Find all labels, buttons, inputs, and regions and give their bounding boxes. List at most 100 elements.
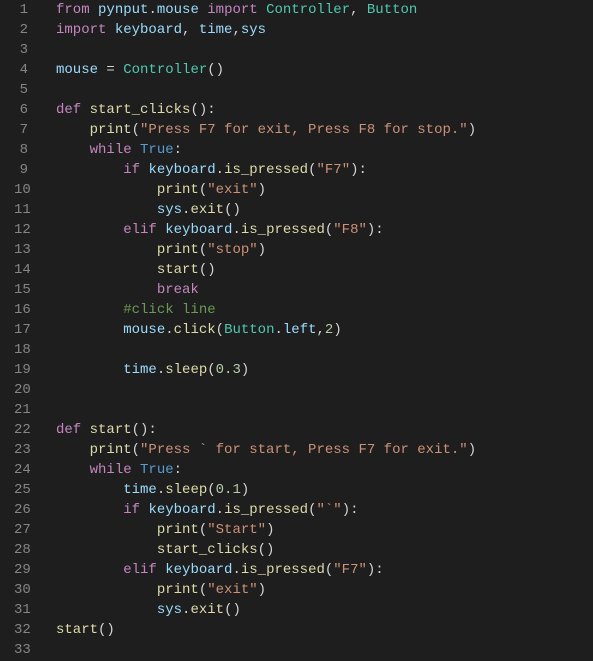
code-line[interactable]: start()	[56, 260, 593, 280]
token-op: (	[216, 322, 224, 338]
token-op	[56, 602, 157, 618]
code-line[interactable]: #click line	[56, 300, 593, 320]
code-line[interactable]	[56, 340, 593, 360]
token-op: ()	[224, 602, 241, 618]
code-line[interactable]: if keyboard.is_pressed("F7"):	[56, 160, 593, 180]
code-line[interactable]: sys.exit()	[56, 600, 593, 620]
code-line[interactable]: time.sleep(0.1)	[56, 480, 593, 500]
code-area[interactable]: from pynput.mouse import Controller, But…	[42, 0, 593, 661]
code-line[interactable]: print("exit")	[56, 180, 593, 200]
token-op: (	[199, 242, 207, 258]
code-editor[interactable]: 1234567891011121314151617181920212223242…	[0, 0, 593, 661]
token-op	[199, 2, 207, 18]
code-line[interactable]	[56, 380, 593, 400]
token-op: .	[232, 562, 240, 578]
code-line[interactable]: time.sleep(0.3)	[56, 360, 593, 380]
code-line[interactable]: sys.exit()	[56, 200, 593, 220]
token-op	[56, 262, 157, 278]
token-op: ,	[182, 22, 199, 38]
code-line[interactable]: print("stop")	[56, 240, 593, 260]
code-line[interactable]	[56, 400, 593, 420]
token-op: =	[98, 62, 123, 78]
token-cls: Button	[224, 322, 274, 338]
token-str: "`"	[316, 502, 341, 518]
token-op: ()	[258, 542, 275, 558]
token-fn: print	[90, 122, 132, 138]
token-op: :	[174, 142, 182, 158]
code-line[interactable]: while True:	[56, 140, 593, 160]
code-line[interactable]: import keyboard, time,sys	[56, 20, 593, 40]
line-number: 30	[14, 580, 28, 600]
token-op: ()	[224, 202, 241, 218]
line-number: 24	[14, 460, 28, 480]
code-line[interactable]: mouse = Controller()	[56, 60, 593, 80]
token-fn: start	[157, 262, 199, 278]
token-op: ()	[98, 622, 115, 638]
token-op: )	[258, 582, 266, 598]
line-number: 25	[14, 480, 28, 500]
token-var: time	[199, 22, 233, 38]
token-fn: start_clicks	[90, 102, 191, 118]
code-line[interactable]	[56, 80, 593, 100]
line-number: 3	[14, 40, 28, 60]
token-bool: True	[140, 142, 174, 158]
code-line[interactable]: start()	[56, 620, 593, 640]
code-line[interactable]: start_clicks()	[56, 540, 593, 560]
token-op: ):	[350, 162, 367, 178]
token-fn: is_pressed	[224, 502, 308, 518]
token-kw: elif	[123, 562, 165, 578]
line-number: 6	[14, 100, 28, 120]
code-line[interactable]: print("Press F7 for exit, Press F8 for s…	[56, 120, 593, 140]
token-op: ):	[342, 502, 359, 518]
token-str: "Press ` for start, Press F7 for exit."	[140, 442, 468, 458]
line-number: 32	[14, 620, 28, 640]
token-var: keyboard	[165, 222, 232, 238]
code-line[interactable]: elif keyboard.is_pressed("F8"):	[56, 220, 593, 240]
token-op: (	[132, 442, 140, 458]
token-op: ():	[190, 102, 215, 118]
code-line[interactable]: break	[56, 280, 593, 300]
line-number: 20	[14, 380, 28, 400]
code-line[interactable]	[56, 640, 593, 660]
token-fn: print	[157, 522, 199, 538]
line-number: 2	[14, 20, 28, 40]
token-var: pynput	[98, 2, 148, 18]
token-kw: if	[123, 162, 148, 178]
code-line[interactable]: if keyboard.is_pressed("`"):	[56, 500, 593, 520]
code-line[interactable]	[56, 40, 593, 60]
token-op	[56, 562, 123, 578]
code-line[interactable]: while True:	[56, 460, 593, 480]
token-var: mouse	[157, 2, 199, 18]
token-kw: from	[56, 2, 98, 18]
line-number: 8	[14, 140, 28, 160]
code-line[interactable]: def start_clicks():	[56, 100, 593, 120]
code-line[interactable]: print("Press ` for start, Press F7 for e…	[56, 440, 593, 460]
code-line[interactable]: mouse.click(Button.left,2)	[56, 320, 593, 340]
token-op	[56, 142, 90, 158]
token-kw: if	[123, 502, 148, 518]
token-var: left	[283, 322, 317, 338]
line-number: 1	[14, 0, 28, 20]
code-line[interactable]: print("Start")	[56, 520, 593, 540]
token-fn: print	[157, 582, 199, 598]
token-kw: while	[90, 142, 140, 158]
token-op: ,	[232, 22, 240, 38]
code-line[interactable]: from pynput.mouse import Controller, But…	[56, 0, 593, 20]
token-str: "F7"	[316, 162, 350, 178]
token-op: .	[157, 482, 165, 498]
code-line[interactable]: print("exit")	[56, 580, 593, 600]
line-number: 23	[14, 440, 28, 460]
token-str: "exit"	[207, 582, 257, 598]
token-fn: print	[157, 182, 199, 198]
line-number: 18	[14, 340, 28, 360]
line-number: 9	[14, 160, 28, 180]
token-kw: def	[56, 102, 90, 118]
token-kw: import	[207, 2, 266, 18]
token-var: keyboard	[148, 162, 215, 178]
code-line[interactable]: def start():	[56, 420, 593, 440]
token-op: )	[333, 322, 341, 338]
token-var: sys	[157, 202, 182, 218]
token-bool: True	[140, 462, 174, 478]
code-line[interactable]: elif keyboard.is_pressed("F7"):	[56, 560, 593, 580]
token-op: ()	[207, 62, 224, 78]
